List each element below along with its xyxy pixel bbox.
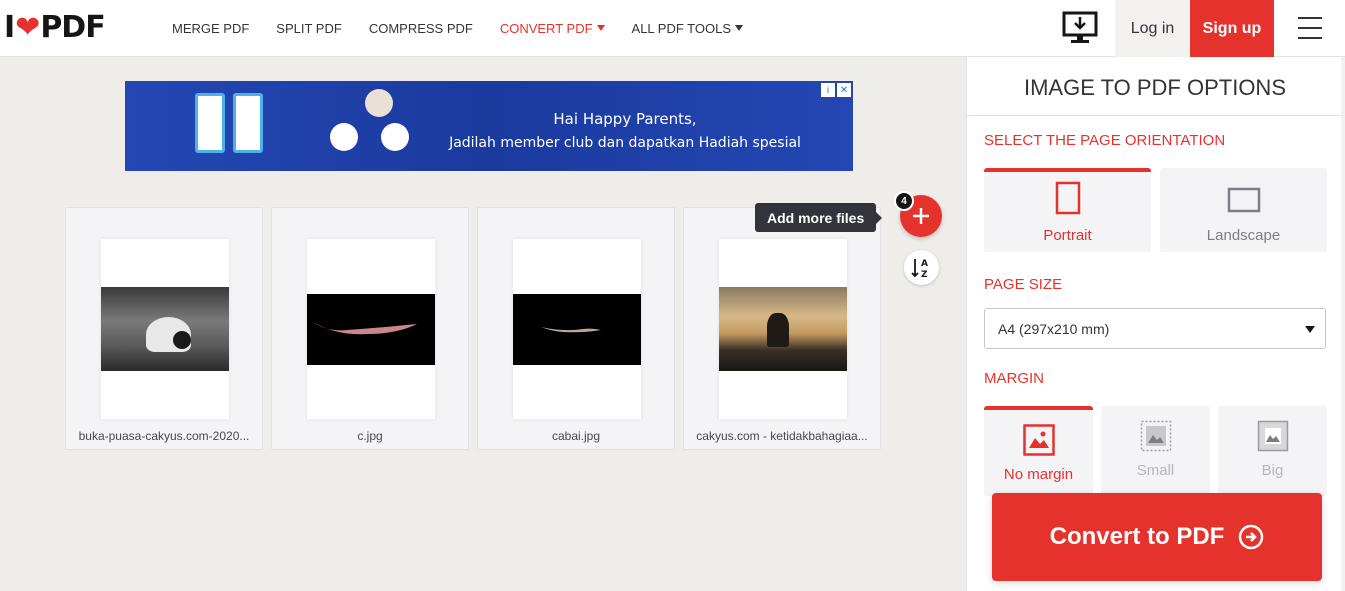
divider bbox=[967, 115, 1343, 116]
page-preview bbox=[513, 239, 641, 419]
page-preview bbox=[101, 239, 229, 419]
panel-title: IMAGE TO PDF OPTIONS bbox=[1023, 75, 1286, 100]
signup-button[interactable]: Sign up bbox=[1190, 0, 1274, 57]
desktop-app-button[interactable] bbox=[1058, 6, 1102, 50]
heart-icon: ❤ bbox=[15, 10, 40, 45]
plus-icon bbox=[913, 208, 929, 224]
file-name: cabai.jpg bbox=[551, 429, 601, 443]
file-name: cakyus.com - ketidakbahagiaa... bbox=[696, 429, 868, 443]
ilovepdf-logo[interactable]: I ❤ PDF bbox=[4, 10, 106, 45]
big-margin-option[interactable]: Big bbox=[1218, 406, 1327, 496]
nav-all-pdf-tools[interactable]: ALL PDF TOOLS bbox=[632, 21, 743, 36]
page-preview bbox=[307, 239, 435, 419]
image-thumbnail bbox=[101, 287, 229, 371]
svg-text:A: A bbox=[921, 259, 928, 269]
page-size-label: PAGE SIZE bbox=[984, 276, 1063, 293]
ad-text: Hai Happy Parents, Jadilah member club d… bbox=[449, 110, 801, 151]
nav-split-pdf[interactable]: SPLIT PDF bbox=[276, 21, 342, 36]
options-panel: IMAGE TO PDF OPTIONS SELECT THE PAGE ORI… bbox=[966, 57, 1345, 591]
desktop-download-icon bbox=[1062, 11, 1098, 43]
landscape-option[interactable]: Landscape bbox=[1160, 168, 1327, 252]
nav-convert-pdf[interactable]: CONVERT PDF bbox=[500, 21, 605, 36]
nav-compress-pdf[interactable]: COMPRESS PDF bbox=[369, 21, 473, 36]
gift-icon bbox=[330, 123, 358, 151]
file-name: c.jpg bbox=[357, 429, 383, 443]
ad-choices-icon[interactable]: i ✕ bbox=[821, 83, 851, 97]
orientation-label: SELECT THE PAGE ORIENTATION bbox=[984, 132, 1226, 149]
image-thumbnail bbox=[307, 294, 435, 365]
small-margin-option[interactable]: Small bbox=[1101, 406, 1210, 496]
portrait-page-icon bbox=[1055, 181, 1080, 215]
sort-files-button[interactable]: A Z bbox=[904, 250, 939, 285]
portrait-option[interactable]: Portrait bbox=[984, 168, 1151, 252]
arrow-right-circle-icon bbox=[1239, 524, 1264, 550]
page-size-select[interactable]: A4 (297x210 mm) bbox=[984, 308, 1326, 349]
small-margin-icon bbox=[1140, 420, 1171, 452]
chevron-down-icon bbox=[735, 25, 743, 31]
main-nav: MERGE PDF SPLIT PDF COMPRESS PDF CONVERT… bbox=[172, 0, 770, 56]
nav-merge-pdf[interactable]: MERGE PDF bbox=[172, 21, 249, 36]
file-name: buka-puasa-cakyus.com-2020... bbox=[78, 429, 250, 443]
svg-text:Z: Z bbox=[921, 270, 928, 280]
landscape-page-icon bbox=[1227, 187, 1260, 213]
image-thumbnail bbox=[513, 294, 641, 365]
chevron-down-icon bbox=[1305, 326, 1315, 333]
gift-icon bbox=[365, 89, 393, 117]
product-box-image bbox=[195, 93, 225, 153]
big-margin-icon bbox=[1257, 420, 1288, 452]
top-header: I ❤ PDF MERGE PDF SPLIT PDF COMPRESS PDF… bbox=[0, 0, 1345, 57]
margin-label: MARGIN bbox=[984, 370, 1044, 387]
no-margin-option[interactable]: No margin bbox=[984, 406, 1093, 496]
panel-scrollbar[interactable] bbox=[1341, 57, 1345, 591]
chevron-down-icon bbox=[596, 25, 605, 31]
hamburger-menu-icon[interactable] bbox=[1290, 14, 1330, 42]
ad-banner[interactable]: Hai Happy Parents, Jadilah member club d… bbox=[125, 81, 853, 171]
login-button[interactable]: Log in bbox=[1115, 0, 1190, 57]
product-box-image bbox=[233, 93, 263, 153]
file-card[interactable]: c.jpg bbox=[271, 207, 469, 450]
logo-wordmark: PDF bbox=[40, 10, 105, 45]
file-card[interactable]: cabai.jpg bbox=[477, 207, 675, 450]
image-thumbnail bbox=[719, 287, 847, 371]
add-more-tooltip: Add more files bbox=[755, 203, 883, 232]
no-margin-icon bbox=[1022, 424, 1055, 456]
page-preview bbox=[719, 239, 847, 419]
file-count-badge: 4 bbox=[894, 191, 914, 211]
logo-letter: I bbox=[4, 10, 15, 45]
file-card[interactable]: cakyus.com - ketidakbahagiaa... bbox=[683, 207, 881, 450]
sort-az-icon: A Z bbox=[910, 258, 928, 280]
gift-icon bbox=[381, 123, 409, 151]
convert-to-pdf-button[interactable]: Convert to PDF bbox=[992, 493, 1322, 581]
file-card[interactable]: buka-puasa-cakyus.com-2020... bbox=[65, 207, 263, 450]
